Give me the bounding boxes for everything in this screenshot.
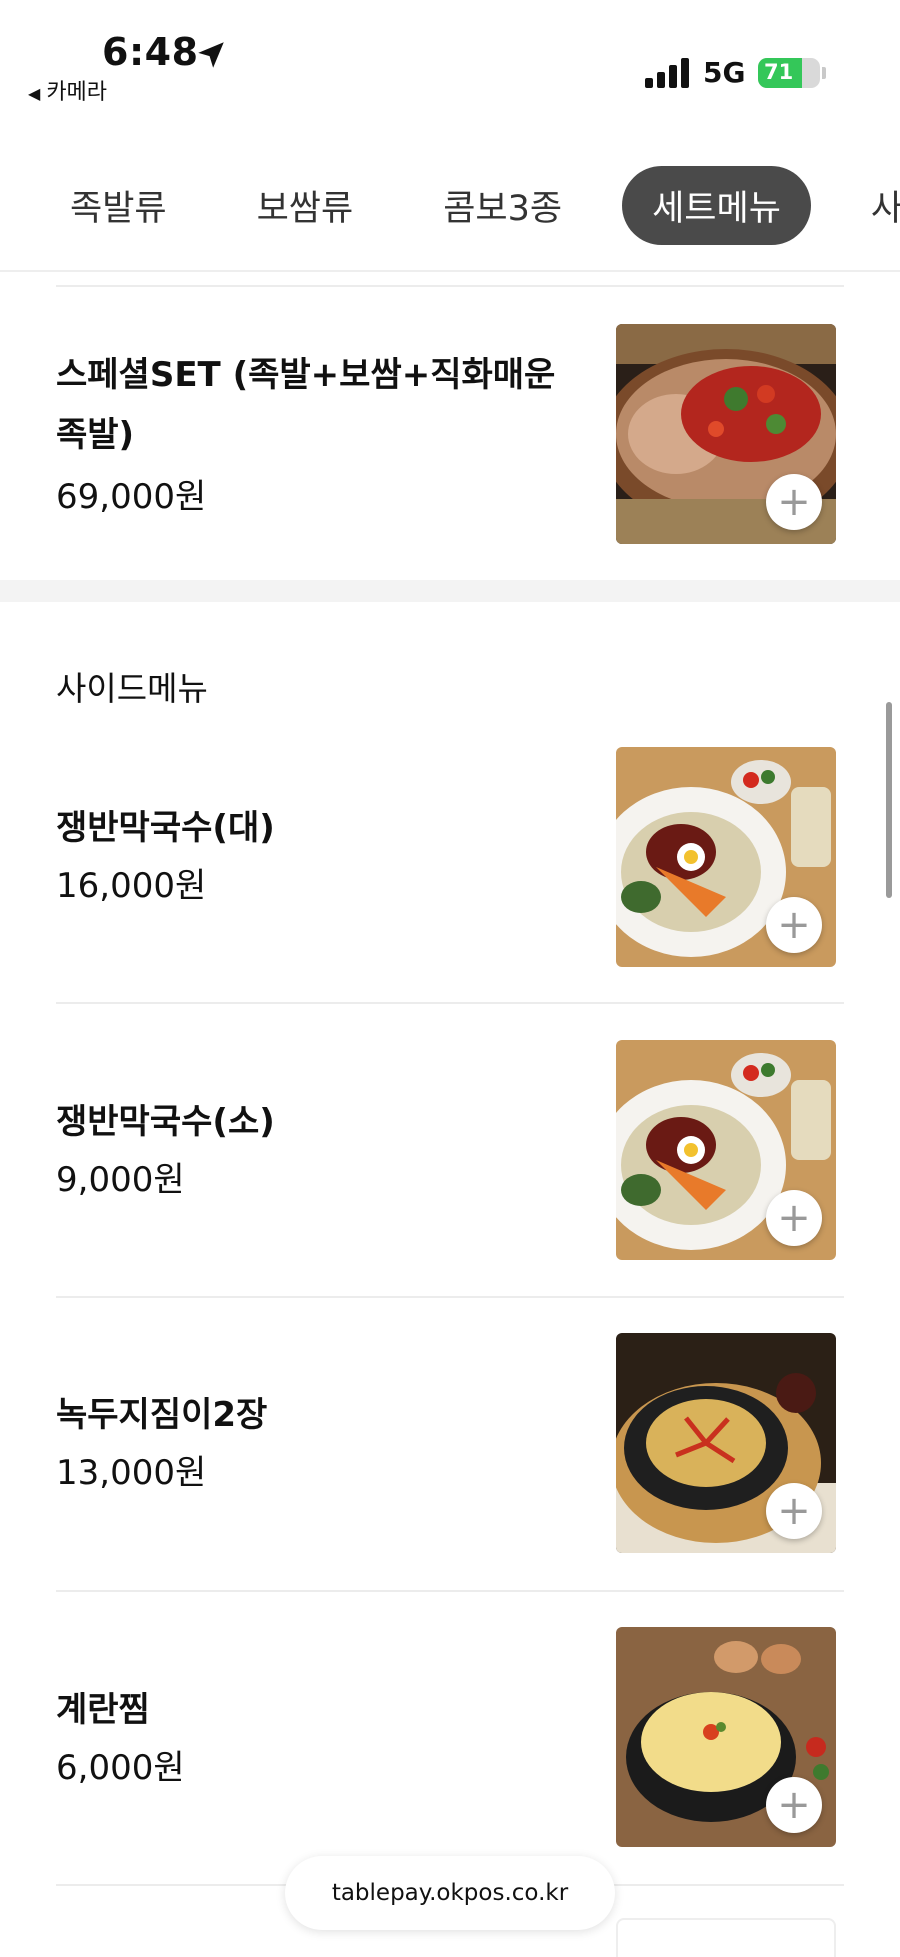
menu-item-name: 스페셜SET (족발+보쌈+직화매운족발)	[56, 355, 556, 455]
section-title-side-menu: 사이드메뉴	[56, 669, 208, 708]
item-divider	[56, 285, 844, 287]
location-arrow-icon	[198, 42, 224, 68]
add-to-cart-button[interactable]: +	[766, 1483, 822, 1539]
menu-item-name: 녹두지짐이2장	[56, 1395, 268, 1435]
tab-set-menu[interactable]: 세트메뉴	[622, 165, 811, 245]
add-to-cart-button[interactable]: +	[766, 474, 822, 530]
menu-item-name: 계란찜	[56, 1690, 150, 1730]
add-to-cart-button[interactable]: +	[766, 1190, 822, 1246]
back-triangle-icon: ◀	[28, 84, 41, 103]
buckwheat-noodle-platter-photo[interactable]: +	[616, 1040, 836, 1260]
status-bar: 6:48 ◀ 카메라 5G 71	[0, 0, 900, 120]
tab-combo3[interactable]: 콤보3종	[413, 166, 592, 245]
battery-tip	[822, 67, 826, 79]
tab-bossam[interactable]: 보쌈류	[227, 166, 384, 245]
url-bar[interactable]: tablepay.okpos.co.kr	[285, 1856, 615, 1930]
battery-percent: 71	[764, 60, 794, 84]
cellular-signal-icon	[645, 58, 691, 88]
special-set-food-photo[interactable]: +	[616, 324, 836, 544]
status-time: 6:48	[102, 30, 199, 74]
next-item-photo	[616, 1918, 836, 1957]
menu-item-name: 쟁반막국수(대)	[56, 808, 275, 848]
add-to-cart-button[interactable]: +	[766, 1777, 822, 1833]
back-to-app-link[interactable]: ◀ 카메라	[28, 74, 107, 106]
tabs-divider	[0, 270, 900, 272]
network-type: 5G	[703, 56, 746, 89]
item-divider	[56, 1002, 844, 1004]
url-host: tablepay.okpos.co.kr	[331, 1880, 569, 1906]
tab-jokbal[interactable]: 족발류	[40, 166, 197, 245]
tab-side-menu[interactable]: 사이드메뉴	[841, 166, 900, 245]
scroll-indicator	[886, 702, 892, 898]
section-separator	[0, 580, 900, 602]
steamed-egg-photo[interactable]: +	[616, 1627, 836, 1847]
category-tabs: 족발류 보쌈류 콤보3종 세트메뉴 사이드메뉴	[0, 160, 900, 250]
back-app-label: 카메라	[46, 80, 108, 105]
mung-bean-pancake-photo[interactable]: +	[616, 1333, 836, 1553]
item-divider	[56, 1590, 844, 1592]
battery-icon: 71	[758, 58, 820, 88]
item-divider	[56, 1296, 844, 1298]
buckwheat-noodle-platter-photo[interactable]: +	[616, 747, 836, 967]
add-to-cart-button[interactable]: +	[766, 897, 822, 953]
menu-item-name: 쟁반막국수(소)	[56, 1102, 275, 1142]
